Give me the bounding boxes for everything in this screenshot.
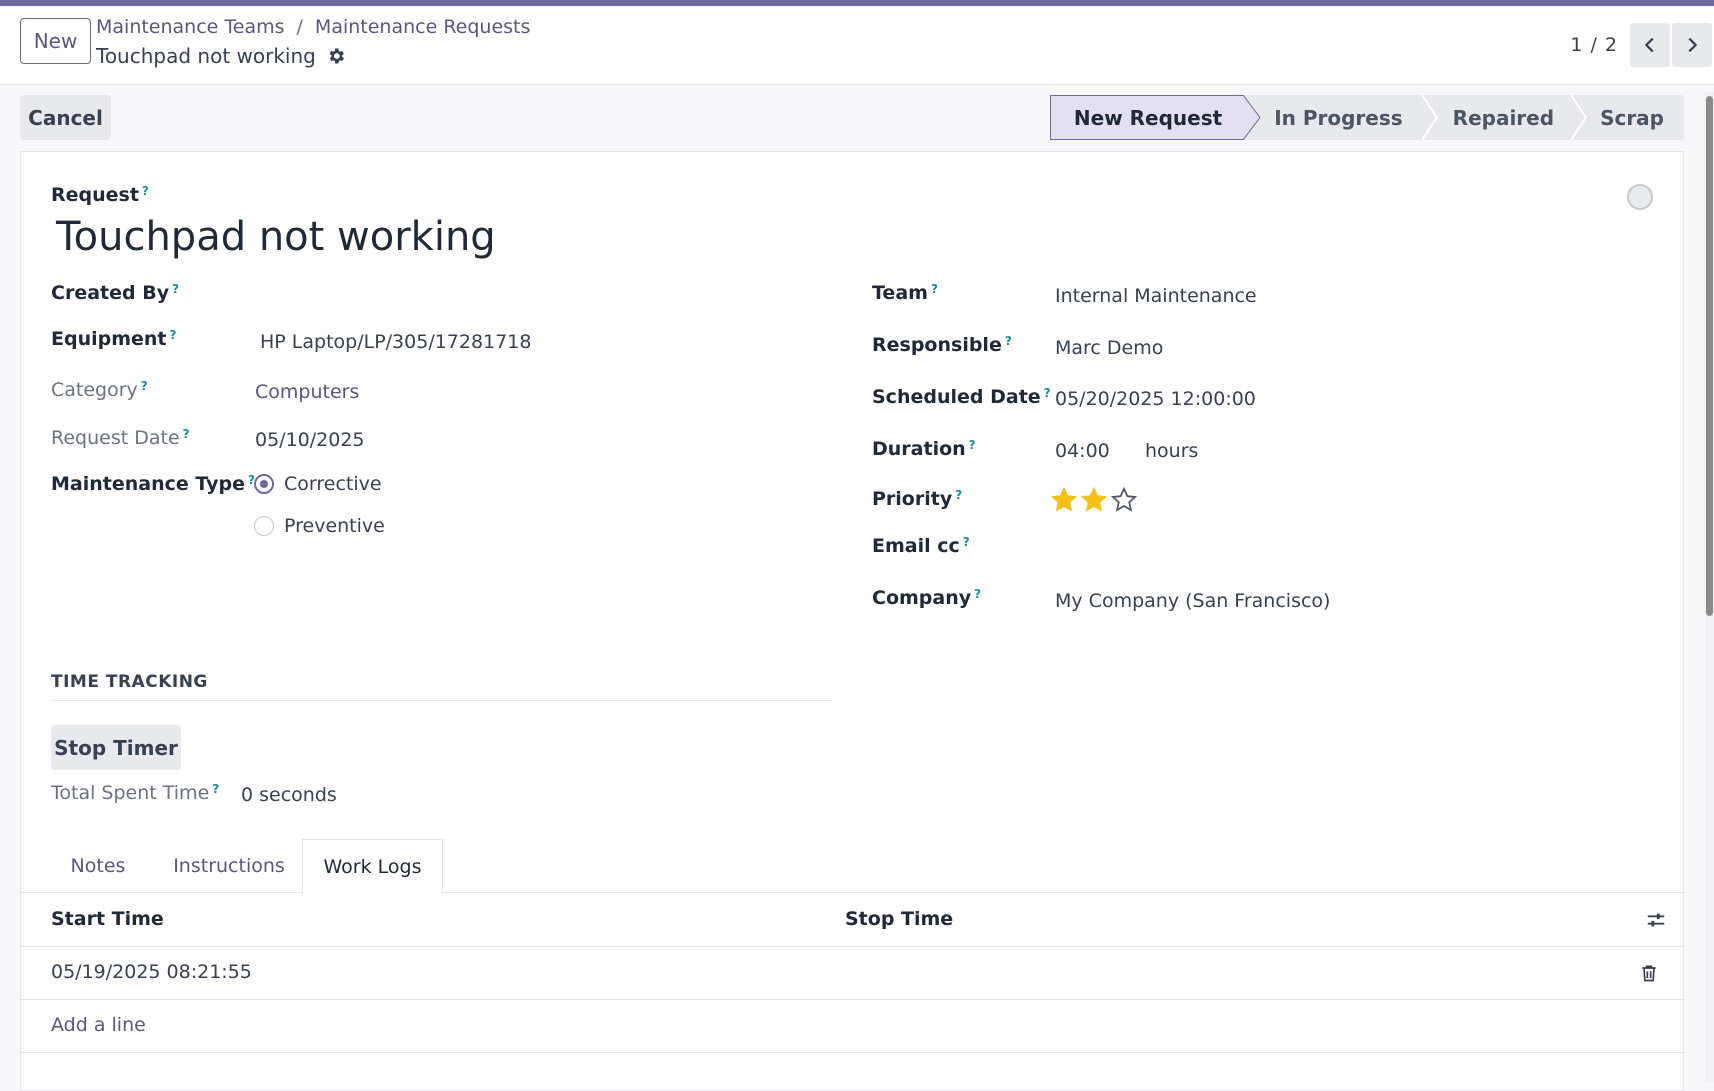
help-tooltip-icon[interactable]: ? xyxy=(1044,386,1051,400)
control-panel: New Maintenance Teams / Maintenance Requ… xyxy=(0,6,1714,85)
radio-label: Preventive xyxy=(284,515,385,537)
stop-timer-button[interactable]: Stop Timer xyxy=(51,725,181,770)
column-stop-time[interactable]: Stop Time xyxy=(845,908,953,930)
gear-icon[interactable] xyxy=(326,46,346,66)
stage-label: In Progress xyxy=(1274,105,1403,130)
help-tooltip-icon[interactable]: ? xyxy=(931,282,938,296)
radio-preventive[interactable]: Preventive xyxy=(254,515,385,537)
stage-label: Repaired xyxy=(1452,105,1555,130)
tab-instructions[interactable]: Instructions xyxy=(159,839,299,893)
help-tooltip-icon[interactable]: ? xyxy=(142,184,149,198)
help-tooltip-icon[interactable]: ? xyxy=(212,782,219,796)
stage-label: Scrap xyxy=(1600,105,1664,130)
cancel-button[interactable]: Cancel xyxy=(20,95,111,140)
form-sheet: Request? Touchpad not working Created By… xyxy=(20,151,1685,1091)
radio-label: Corrective xyxy=(284,473,382,495)
stage-scrap[interactable]: Scrap xyxy=(1572,95,1684,140)
work-logs-table-header: Start Time Stop Time xyxy=(21,893,1685,947)
team-label: Team? xyxy=(872,282,938,304)
pager-next-button[interactable] xyxy=(1672,23,1712,67)
pager-counter[interactable]: 1 / 2 xyxy=(1570,34,1618,56)
add-line-row: Add a line xyxy=(21,1000,1685,1053)
help-tooltip-icon[interactable]: ? xyxy=(170,328,177,342)
help-tooltip-icon[interactable]: ? xyxy=(955,488,962,502)
help-tooltip-icon[interactable]: ? xyxy=(141,379,148,393)
company-field[interactable]: My Company (San Francisco) xyxy=(1055,590,1330,612)
category-label: Category? xyxy=(51,379,148,401)
duration-label: Duration? xyxy=(872,438,976,460)
help-tooltip-icon[interactable]: ? xyxy=(172,282,179,296)
created-by-label: Created By? xyxy=(51,282,180,304)
request-date-value: 05/10/2025 xyxy=(255,429,365,451)
table-row[interactable]: 05/19/2025 08:21:55 xyxy=(21,947,1685,1000)
equipment-label: Equipment? xyxy=(51,328,177,350)
request-title-input[interactable]: Touchpad not working xyxy=(56,214,496,260)
notebook-tabs: Notes Instructions Work Logs xyxy=(21,839,1685,894)
cell-start-time[interactable]: 05/19/2025 08:21:55 xyxy=(51,961,252,983)
tab-work-logs[interactable]: Work Logs xyxy=(302,839,443,894)
action-bar: Cancel New Request In Progress Repaired … xyxy=(0,85,1714,151)
stage-in-progress[interactable]: In Progress xyxy=(1244,95,1438,140)
team-field[interactable]: Internal Maintenance xyxy=(1055,285,1257,307)
chevron-left-icon xyxy=(1644,37,1654,53)
pager: 1 / 2 xyxy=(1570,23,1714,67)
pager-previous-button[interactable] xyxy=(1630,23,1670,67)
record-title-text: Touchpad not working xyxy=(96,44,316,68)
stage-label: New Request xyxy=(1073,105,1223,130)
priority-stars xyxy=(1050,486,1140,514)
help-tooltip-icon[interactable]: ? xyxy=(963,535,970,549)
chevron-right-icon xyxy=(1688,37,1698,53)
email-cc-label: Email cc? xyxy=(872,535,970,557)
radio-corrective[interactable]: Corrective xyxy=(254,473,382,495)
category-link[interactable]: Computers xyxy=(255,381,359,403)
duration-field[interactable]: 04:00 xyxy=(1055,440,1110,462)
time-tracking-section-title: TIME TRACKING xyxy=(51,672,832,701)
help-tooltip-icon[interactable]: ? xyxy=(1005,334,1012,348)
radio-unchecked-icon xyxy=(254,516,274,536)
total-spent-time-value: 0 seconds xyxy=(241,784,337,806)
breadcrumb-maintenance-requests[interactable]: Maintenance Requests xyxy=(315,16,530,38)
star-filled-icon[interactable] xyxy=(1050,486,1078,514)
breadcrumb: Maintenance Teams / Maintenance Requests xyxy=(96,16,530,38)
total-spent-time-label: Total Spent Time? xyxy=(51,782,220,804)
help-tooltip-icon[interactable]: ? xyxy=(969,438,976,452)
help-tooltip-icon[interactable]: ? xyxy=(183,427,190,441)
request-date-label: Request Date? xyxy=(51,427,190,449)
responsible-field[interactable]: Marc Demo xyxy=(1055,337,1163,359)
breadcrumb-maintenance-teams[interactable]: Maintenance Teams xyxy=(96,16,285,38)
duration-unit: hours xyxy=(1145,440,1199,462)
add-a-line-link[interactable]: Add a line xyxy=(51,1014,146,1036)
scrollbar-thumb[interactable] xyxy=(1706,96,1713,616)
stage-new-request[interactable]: New Request xyxy=(1049,95,1261,140)
scheduled-date-field[interactable]: 05/20/2025 12:00:00 xyxy=(1055,388,1256,410)
priority-label: Priority? xyxy=(872,488,963,510)
star-filled-icon[interactable] xyxy=(1080,486,1108,514)
breadcrumb-separator: / xyxy=(296,16,303,38)
equipment-field[interactable]: HP Laptop/LP/305/17281718 xyxy=(260,331,531,353)
company-label: Company? xyxy=(872,587,982,609)
request-label: Request? xyxy=(51,184,149,206)
responsible-label: Responsible? xyxy=(872,334,1012,356)
record-title: Touchpad not working xyxy=(96,44,346,68)
optional-columns-icon[interactable] xyxy=(1645,909,1667,935)
status-bar: New Request In Progress Repaired Scrap xyxy=(1049,95,1684,140)
new-button[interactable]: New xyxy=(20,18,91,64)
radio-checked-icon xyxy=(254,474,274,494)
column-start-time[interactable]: Start Time xyxy=(51,908,164,930)
stage-repaired[interactable]: Repaired xyxy=(1422,95,1588,140)
scheduled-date-label: Scheduled Date? xyxy=(872,386,1051,408)
help-tooltip-icon[interactable]: ? xyxy=(974,587,981,601)
star-empty-icon[interactable] xyxy=(1110,486,1138,514)
maintenance-type-label: Maintenance Type? xyxy=(51,473,255,495)
trash-icon[interactable] xyxy=(1639,962,1659,988)
kanban-state-indicator[interactable] xyxy=(1627,184,1653,210)
tab-notes[interactable]: Notes xyxy=(51,839,145,893)
